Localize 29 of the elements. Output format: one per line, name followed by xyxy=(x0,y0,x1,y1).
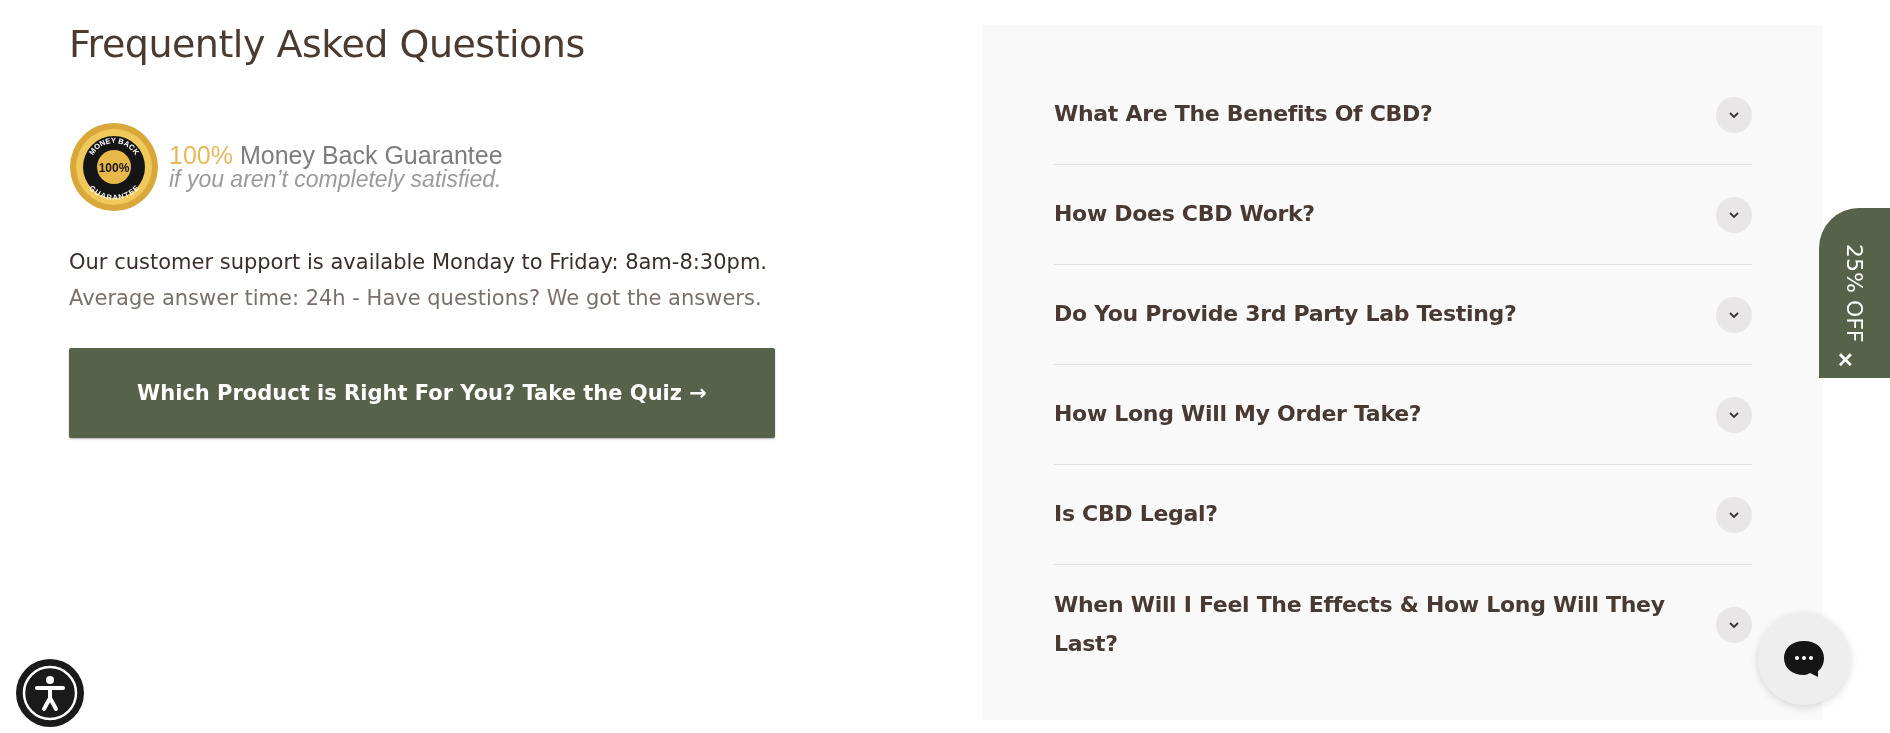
chevron-icon xyxy=(1728,410,1740,419)
quiz-button[interactable]: Which Product is Right For You? Take the Quiz → xyxy=(69,348,775,438)
chevron-icon xyxy=(1728,620,1740,629)
faq-question[interactable]: When Will I Feel The Effects & How Long Will They Last? xyxy=(1054,586,1674,663)
expand-toggle[interactable] xyxy=(1716,496,1752,533)
faq-question[interactable]: Do You Provide 3rd Party Lab Testing? xyxy=(1054,295,1517,334)
chevron-icon xyxy=(1728,310,1740,319)
chevron-icon xyxy=(1728,510,1740,519)
section-heading: Frequently Asked Questions xyxy=(69,22,585,66)
faq-question[interactable]: How Does CBD Work? xyxy=(1054,195,1315,234)
expand-toggle[interactable] xyxy=(1716,196,1752,233)
faq-question[interactable]: How Long Will My Order Take? xyxy=(1054,395,1422,434)
accessibility-icon xyxy=(20,663,80,723)
guarantee-subtitle: if you aren’t completely satisfied. xyxy=(169,168,503,191)
expand-toggle[interactable] xyxy=(1716,96,1752,133)
guarantee-title: 100% Money Back Guarantee xyxy=(169,143,503,168)
expand-toggle[interactable] xyxy=(1716,606,1752,643)
chevron-icon xyxy=(1728,110,1740,119)
chat-bubble-icon xyxy=(1782,639,1826,679)
answer-time-text: Average answer time: 24h - Have questions? We got the answers. xyxy=(69,286,762,310)
faq-question[interactable]: Is CBD Legal? xyxy=(1054,495,1218,534)
expand-toggle[interactable] xyxy=(1716,296,1752,333)
support-hours-text: Our customer support is available Monday to Friday: 8am-8:30pm. xyxy=(69,250,767,274)
faq-question[interactable]: What Are The Benefits Of CBD? xyxy=(1054,95,1433,134)
chevron-icon xyxy=(1728,210,1740,219)
close-button[interactable]: ✕ xyxy=(1837,348,1854,372)
discount-label: 25% OFF xyxy=(1842,244,1867,343)
expand-toggle[interactable] xyxy=(1716,396,1752,433)
discount-tab[interactable]: 25% OFF ✕ xyxy=(1819,208,1890,378)
